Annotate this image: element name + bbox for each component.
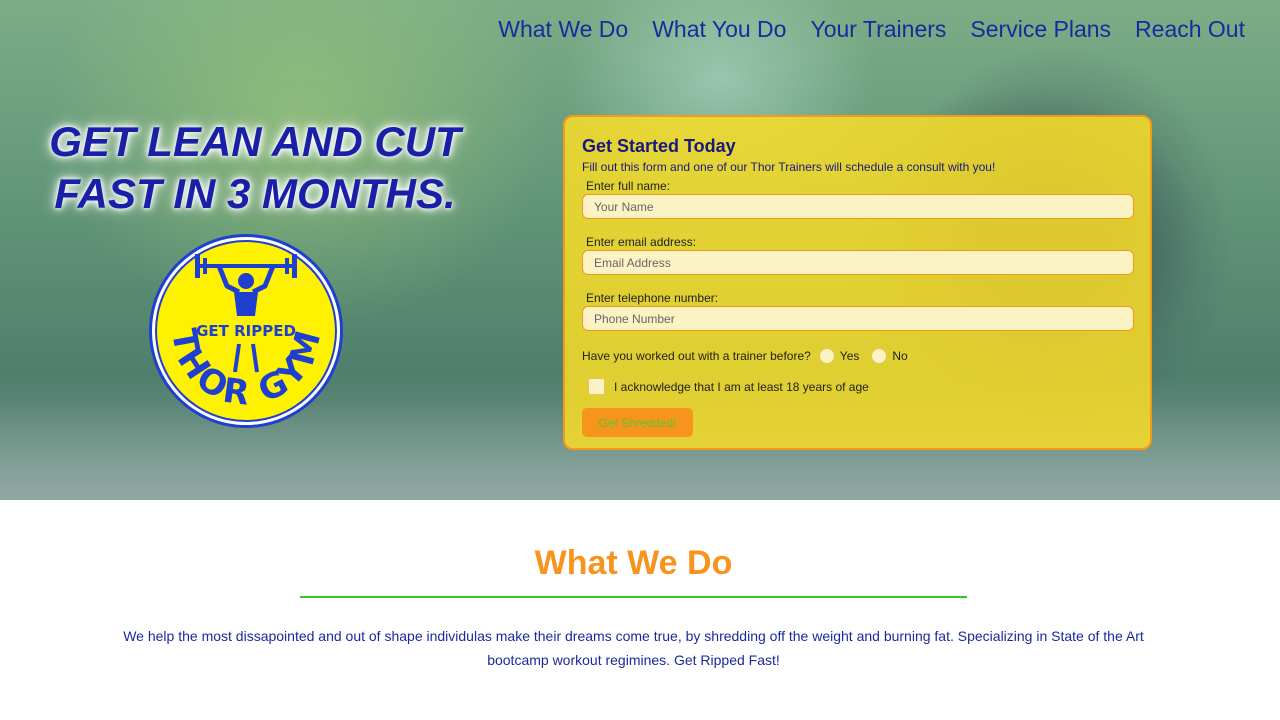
nav-link-what-we-do[interactable]: What We Do [498, 14, 628, 44]
nav-link-what-you-do[interactable]: What You Do [652, 14, 786, 44]
email-input[interactable] [582, 250, 1134, 275]
phone-input[interactable] [582, 306, 1134, 331]
nav-link-reach-out[interactable]: Reach Out [1135, 14, 1245, 44]
age-ack-checkbox[interactable] [588, 378, 605, 395]
section-divider [300, 596, 967, 598]
trainer-question-text: Have you worked out with a trainer befor… [582, 349, 811, 363]
age-ack-row: I acknowledge that I am at least 18 year… [588, 378, 1133, 395]
thor-gym-logo: GET RIPPED THOR GYM [149, 234, 343, 428]
trainer-no-radio[interactable] [871, 348, 888, 364]
consult-form: Get Started Today Fill out this form and… [563, 115, 1152, 450]
nav-link-your-trainers[interactable]: Your Trainers [810, 14, 946, 44]
hero-banner: What We Do What You Do Your Trainers Ser… [0, 0, 1280, 500]
trainer-no-label: No [892, 349, 908, 363]
age-ack-text: I acknowledge that I am at least 18 year… [614, 379, 869, 394]
section-title: What We Do [534, 544, 733, 582]
name-label: Enter full name: [586, 179, 671, 193]
email-label: Enter email address: [586, 235, 697, 249]
trainer-question-row: Have you worked out with a trainer befor… [582, 348, 1133, 364]
hero-headline: GET LEAN AND CUT FAST IN 3 MONTHS. [20, 116, 490, 220]
full-name-input[interactable] [582, 194, 1134, 219]
main-nav: What We Do What You Do Your Trainers Ser… [498, 14, 1245, 44]
form-subtitle: Fill out this form and one of our Thor T… [582, 160, 996, 174]
nav-link-service-plans[interactable]: Service Plans [970, 14, 1111, 44]
what-we-do-section: What We Do We help the most dissapointed… [0, 500, 1280, 720]
trainer-yes-label: Yes [839, 349, 860, 363]
form-title: Get Started Today [582, 136, 736, 156]
logo-top-text: GET RIPPED [196, 322, 296, 340]
headline-line-1: GET LEAN AND CUT [49, 118, 461, 165]
trainer-yes-radio[interactable] [818, 348, 835, 364]
get-shredded-button[interactable]: Get Shredded! [582, 408, 693, 437]
field-spacer [582, 275, 1133, 287]
section-body: We help the most dissapointed and out of… [123, 628, 1144, 668]
field-spacer [582, 219, 1133, 231]
phone-label: Enter telephone number: [586, 291, 719, 305]
headline-line-2: FAST IN 3 MONTHS. [54, 170, 456, 217]
